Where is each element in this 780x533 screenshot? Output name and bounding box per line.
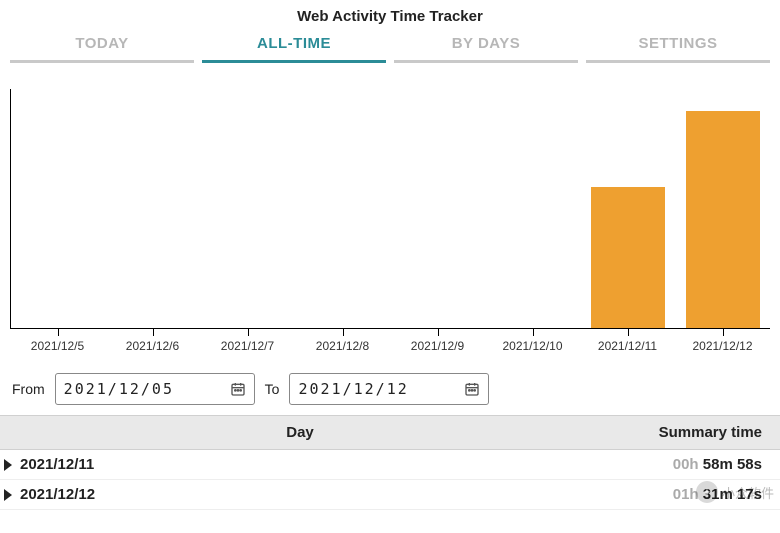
chart-bar-slot <box>675 89 770 328</box>
x-axis-label: 2021/12/10 <box>485 329 580 359</box>
row-day: 2021/12/12 <box>20 486 582 503</box>
calendar-icon[interactable] <box>230 381 246 397</box>
from-label: From <box>12 381 45 397</box>
column-day: Day <box>18 424 582 441</box>
summary-table-header: Day Summary time <box>0 415 780 450</box>
to-label: To <box>265 381 280 397</box>
expand-icon[interactable] <box>4 459 12 471</box>
x-axis-label: 2021/12/6 <box>105 329 200 359</box>
to-date-input[interactable]: 2021/12/12 <box>289 373 489 405</box>
x-axis-label: 2021/12/8 <box>295 329 390 359</box>
chart-bar-slot <box>391 89 486 328</box>
table-row[interactable]: 2021/12/11 00h 58m 58s <box>0 450 780 480</box>
chart-bar[interactable] <box>686 111 760 328</box>
chart-bar-slot <box>296 89 391 328</box>
row-summary: 00h 58m 58s <box>582 456 762 473</box>
calendar-icon[interactable] <box>464 381 480 397</box>
from-date-value: 2021/12/05 <box>64 380 174 398</box>
expand-icon[interactable] <box>4 489 12 501</box>
x-axis-label: 2021/12/5 <box>10 329 105 359</box>
x-axis-label: 2021/12/12 <box>675 329 770 359</box>
tab-bar: TODAY ALL-TIME BY DAYS SETTINGS <box>0 29 780 69</box>
x-axis-label: 2021/12/7 <box>200 329 295 359</box>
row-day: 2021/12/11 <box>20 456 582 473</box>
tab-today[interactable]: TODAY <box>10 29 194 63</box>
column-summary: Summary time <box>582 424 762 441</box>
row-summary: 01h 31m 17s <box>582 486 762 503</box>
chart-bar[interactable] <box>591 187 665 328</box>
chart-bar-slot <box>485 89 580 328</box>
x-axis-label: 2021/12/9 <box>390 329 485 359</box>
chart-bar-slot <box>580 89 675 328</box>
x-axis-label: 2021/12/11 <box>580 329 675 359</box>
chart-plot-area <box>10 89 770 329</box>
chart-bar-slot <box>106 89 201 328</box>
from-date-input[interactable]: 2021/12/05 <box>55 373 255 405</box>
tab-by-days[interactable]: BY DAYS <box>394 29 578 63</box>
to-date-value: 2021/12/12 <box>298 380 408 398</box>
chart-bar-slot <box>201 89 296 328</box>
table-row[interactable]: 2021/12/12 01h 31m 17s <box>0 480 780 510</box>
tab-all-time[interactable]: ALL-TIME <box>202 29 386 63</box>
usage-bar-chart: 2021/12/52021/12/62021/12/72021/12/82021… <box>10 79 770 359</box>
date-range-row: From 2021/12/05 To 2021/12/12 <box>0 359 780 415</box>
tab-settings[interactable]: SETTINGS <box>586 29 770 63</box>
chart-bar-slot <box>11 89 106 328</box>
page-title: Web Activity Time Tracker <box>0 0 780 29</box>
